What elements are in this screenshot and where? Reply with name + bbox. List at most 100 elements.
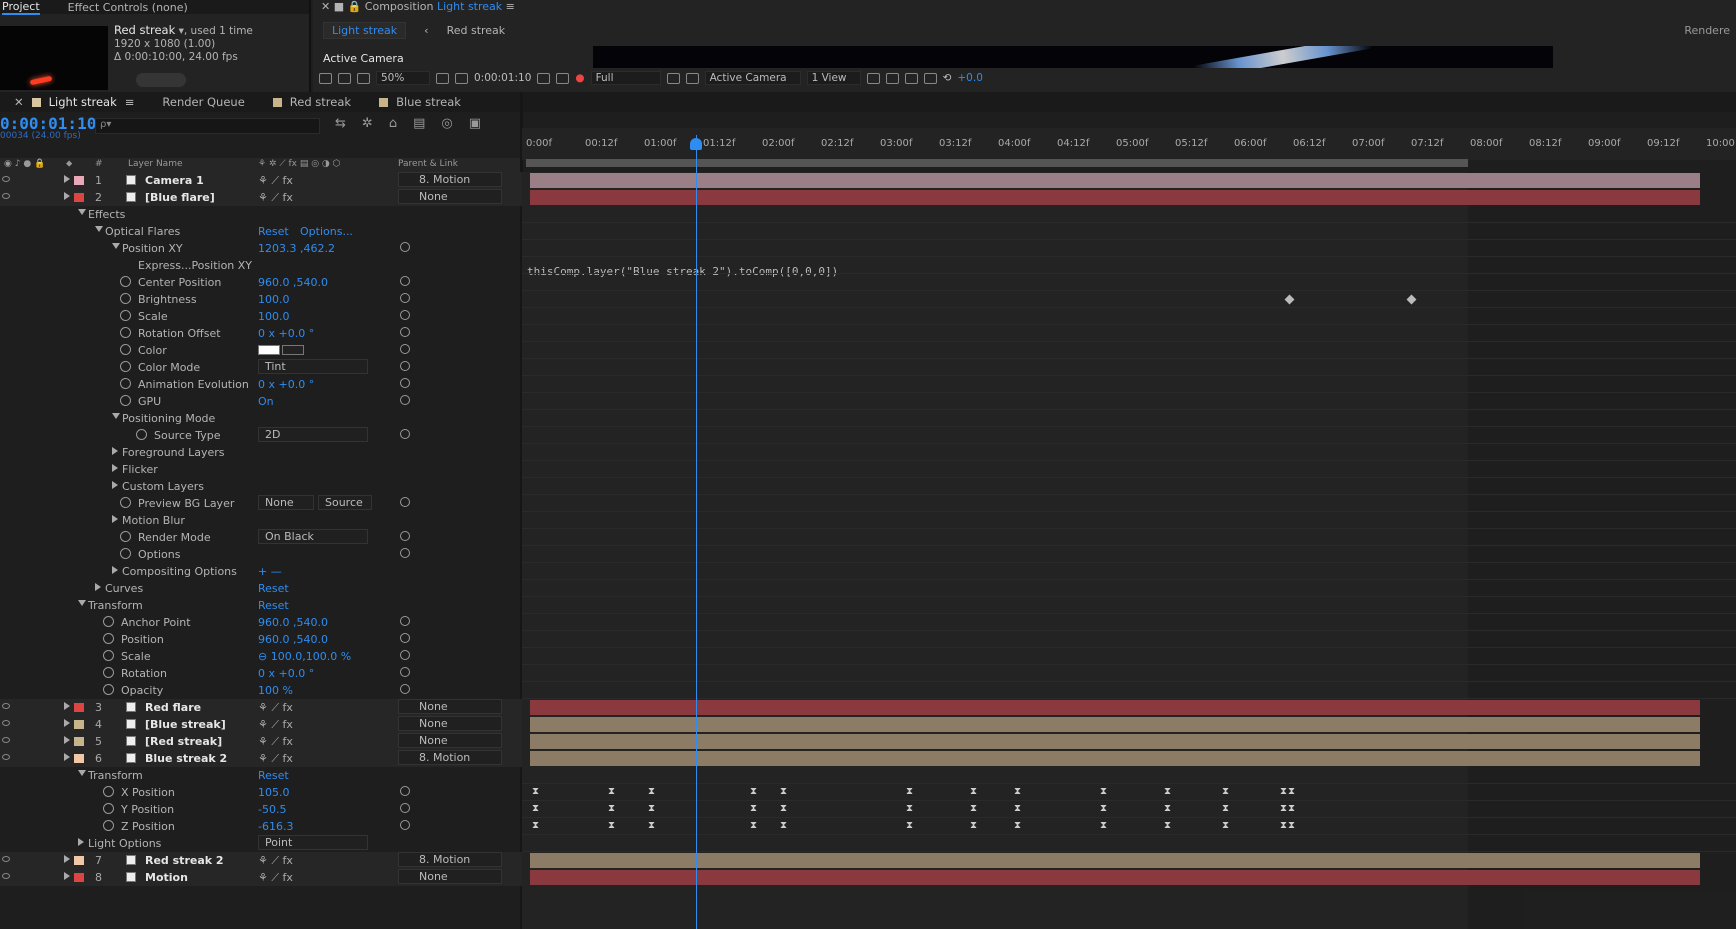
layer-duration-bar[interactable] xyxy=(530,700,1700,715)
property-row[interactable]: Position 960.0 ,540.0 xyxy=(0,631,522,648)
menu-icon[interactable]: ≡ xyxy=(125,95,135,109)
hold-keyframe[interactable]: ⧗ xyxy=(648,803,655,814)
property-row[interactable]: GPU On xyxy=(0,393,522,410)
hold-keyframe[interactable]: ⧗ xyxy=(532,803,539,814)
time-ruler[interactable]: 0:00f 00:12f 01:00f 01:12f 02:00f 02:12f 03:00… xyxy=(522,128,1736,160)
stopwatch-icon[interactable] xyxy=(103,616,114,627)
expand-twirl-icon[interactable] xyxy=(64,192,70,200)
property-row[interactable]: Y Position -50.5 xyxy=(0,801,522,818)
column-parent[interactable]: Parent & Link xyxy=(398,159,458,169)
parent-dropdown[interactable]: 8. Motion xyxy=(398,750,502,765)
current-time-indicator[interactable] xyxy=(696,135,697,929)
stopwatch-icon[interactable] xyxy=(103,667,114,678)
hold-keyframe[interactable]: ⧗ xyxy=(780,786,787,797)
property-row[interactable]: Effects xyxy=(0,206,522,223)
property-row[interactable]: Opacity 100 % xyxy=(0,682,522,699)
expression-spiral-icon[interactable] xyxy=(400,378,410,388)
expand-twirl-icon[interactable] xyxy=(78,770,86,776)
parent-dropdown[interactable]: None xyxy=(398,699,502,714)
hold-keyframe[interactable]: ⧗ xyxy=(1100,820,1107,831)
stopwatch-icon[interactable] xyxy=(103,820,114,831)
work-area-bar[interactable] xyxy=(526,159,1468,167)
hold-keyframe[interactable]: ⧗ xyxy=(1222,820,1229,831)
shy-layers-icon[interactable]: ⌂ xyxy=(389,116,397,131)
close-icon[interactable]: ✕ xyxy=(14,95,24,109)
stopwatch-icon[interactable] xyxy=(136,429,147,440)
visibility-eye-icon[interactable] xyxy=(2,754,10,760)
layer-row[interactable]: 3 Red flare ⚘ ⟋ fx None xyxy=(0,699,522,716)
property-row[interactable]: Scale 100.0 xyxy=(0,308,522,325)
toggle-pixel-aspect-icon[interactable] xyxy=(866,72,880,84)
property-row[interactable]: Light Options Point xyxy=(0,835,522,852)
expression-spiral-icon[interactable] xyxy=(400,531,410,541)
timeline-tab-blue-streak[interactable]: Blue streak xyxy=(365,95,475,109)
graph-editor-icon[interactable]: ▣ xyxy=(469,116,481,131)
property-value[interactable]: 100.0 xyxy=(258,310,290,323)
renderer-label[interactable]: Rendere xyxy=(1684,24,1730,37)
label-color-swatch[interactable] xyxy=(74,754,84,763)
camera-snapshot-icon[interactable] xyxy=(537,72,551,84)
zoom-dropdown[interactable]: 50% xyxy=(376,71,430,85)
property-dropdown[interactable]: Tint xyxy=(258,359,368,374)
hold-keyframe[interactable]: ⧗ xyxy=(1222,803,1229,814)
layer-name[interactable]: Red flare xyxy=(145,701,201,714)
property-value[interactable]: 960.0 ,540.0 xyxy=(258,276,328,289)
tab-effect-controls[interactable]: Effect Controls (none) xyxy=(68,1,188,14)
camera-dropdown[interactable]: Active Camera xyxy=(704,71,801,85)
property-row[interactable]: Optical Flares Reset Options... xyxy=(0,223,522,240)
hold-keyframe[interactable]: ⧗ xyxy=(906,786,913,797)
stopwatch-icon[interactable] xyxy=(103,786,114,797)
property-dropdown[interactable]: On Black xyxy=(258,529,368,544)
parent-dropdown[interactable]: 8. Motion xyxy=(398,852,502,867)
expand-twirl-icon[interactable] xyxy=(78,209,86,215)
property-row[interactable]: Position XY 1203.3 ,462.2 xyxy=(0,240,522,257)
property-row[interactable]: Scale ⊖ 100.0,100.0 % xyxy=(0,648,522,665)
layer-row[interactable]: 1 Camera 1 ⚘ ⟋ fx 8. Motion xyxy=(0,172,522,189)
property-value[interactable]: 0 x +0.0 ° xyxy=(258,667,314,680)
show-snapshot-icon[interactable] xyxy=(556,72,570,84)
comp-tab-red-streak[interactable]: Red streak xyxy=(447,24,506,37)
layer-search-input[interactable]: ρ▾ xyxy=(95,118,320,134)
label-color-swatch[interactable] xyxy=(74,856,84,865)
stopwatch-icon[interactable] xyxy=(120,548,131,559)
layer-row[interactable]: 2 [Blue flare] ⚘ ⟋ fx None xyxy=(0,189,522,206)
property-value[interactable]: Reset xyxy=(258,582,289,595)
property-dropdown-2[interactable]: Source xyxy=(318,495,372,510)
reset-exposure-icon[interactable]: ⟲ xyxy=(943,72,952,84)
expand-twirl-icon[interactable] xyxy=(64,175,70,183)
property-value[interactable]: 0 x +0.0 ° xyxy=(258,378,314,391)
layer-row[interactable]: 7 Red streak 2 ⚘ ⟋ fx 8. Motion xyxy=(0,852,522,869)
parent-dropdown[interactable]: 8. Motion xyxy=(398,172,502,187)
exposure-value[interactable]: +0.0 xyxy=(957,72,983,84)
expression-spiral-icon[interactable] xyxy=(400,633,410,643)
views-dropdown[interactable]: 1 View xyxy=(806,71,861,85)
timeline-tab-light-streak[interactable]: ✕ Light streak ≡ xyxy=(0,95,148,109)
transparency-grid-icon[interactable] xyxy=(685,72,699,84)
layer-switches-icon[interactable]: ⚘ ⟋ fx xyxy=(258,854,293,868)
expression-spiral-icon[interactable] xyxy=(400,327,410,337)
hold-keyframe[interactable]: ⧗ xyxy=(1100,803,1107,814)
expression-spiral-icon[interactable] xyxy=(400,310,410,320)
expression-spiral-icon[interactable] xyxy=(400,361,410,371)
layer-row[interactable]: 5 [Red streak] ⚘ ⟋ fx None xyxy=(0,733,522,750)
property-row[interactable]: Express...Position XY xyxy=(0,257,522,274)
parent-dropdown[interactable]: None xyxy=(398,869,502,884)
property-row[interactable]: Color xyxy=(0,342,522,359)
property-row[interactable]: Rotation 0 x +0.0 ° xyxy=(0,665,522,682)
hold-keyframe[interactable]: ⧗ xyxy=(780,820,787,831)
comp-tab-light-streak[interactable]: Light streak xyxy=(323,22,407,39)
hold-keyframe[interactable]: ⧗ xyxy=(532,786,539,797)
layer-duration-bar[interactable] xyxy=(530,853,1700,868)
hold-keyframe[interactable]: ⧗ xyxy=(970,820,977,831)
expand-twirl-icon[interactable] xyxy=(112,447,118,455)
layer-duration-bar[interactable] xyxy=(530,173,1700,188)
visibility-eye-icon[interactable] xyxy=(2,176,10,182)
visibility-eye-icon[interactable] xyxy=(2,193,10,199)
hold-keyframe[interactable]: ⧗ xyxy=(750,820,757,831)
stopwatch-icon[interactable] xyxy=(120,361,131,372)
expression-spiral-icon[interactable] xyxy=(400,344,410,354)
expression-spiral-icon[interactable] xyxy=(400,548,410,558)
hold-keyframe[interactable]: ⧗ xyxy=(1280,803,1287,814)
property-value[interactable]: 105.0 xyxy=(258,786,290,799)
layer-duration-bar[interactable] xyxy=(530,190,1700,205)
